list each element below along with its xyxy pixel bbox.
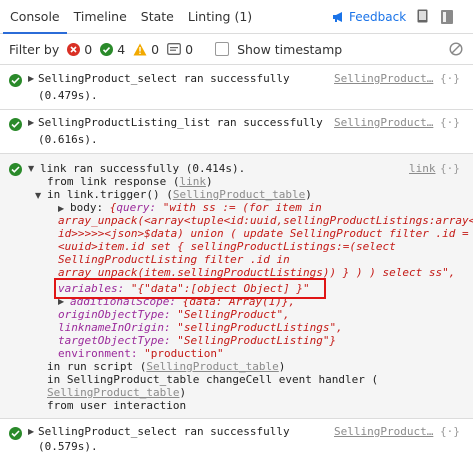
body-object: body: {query: "with ss := (for item in: [70, 201, 322, 214]
environment-property: environment: "production": [58, 347, 224, 360]
tab-timeline[interactable]: Timeline: [67, 0, 134, 34]
query-line: <uuid>item.id set { sellingProductListin…: [58, 240, 396, 253]
collapse-icon[interactable]: ▼: [35, 191, 41, 200]
warning-icon: [133, 43, 147, 55]
log-entry[interactable]: ▶ SellingProduct_select ran successfully…: [0, 66, 473, 110]
log-entry[interactable]: ▶ SellingProduct_select ran successfully…: [0, 419, 473, 453]
expand-icon[interactable]: ▶: [58, 204, 64, 213]
log-duration: (0.479s).: [38, 89, 98, 102]
log-entry[interactable]: ▶ SellingProductListing_list ran success…: [0, 110, 473, 154]
log-duration: (0.616s).: [38, 133, 98, 146]
filter-label: Filter by: [9, 41, 60, 57]
warning-count: 0: [151, 41, 160, 57]
error-filter[interactable]: 0: [67, 42, 92, 57]
trace-line-from-link: from link response (link): [47, 175, 213, 188]
log-message: link ran successfully (0.414s).: [40, 162, 246, 175]
timestamp-label: Show timestamp: [237, 41, 343, 57]
tab-console[interactable]: Console: [3, 0, 67, 34]
trace-line-run-script: in run script (SellingProduct_table): [47, 360, 286, 373]
info-icon: [167, 43, 182, 55]
expand-icon[interactable]: ▶: [28, 74, 34, 83]
success-icon: [100, 42, 114, 56]
inspect-icon[interactable]: {·}: [440, 425, 460, 438]
trace-line-user-interaction: from user interaction: [47, 399, 187, 412]
filter-bar: Filter by 0 4 0 0 Show timestamp: [0, 34, 473, 65]
success-filter[interactable]: 4: [100, 42, 125, 57]
query-line: SellingProductListing filter .id in: [58, 253, 290, 266]
source-link[interactable]: SellingProduct…: [334, 72, 433, 85]
success-count: 4: [117, 41, 126, 57]
source-link[interactable]: link: [409, 162, 436, 175]
error-icon: [67, 42, 81, 56]
success-check-icon: [9, 427, 22, 440]
settings-icon[interactable]: [441, 10, 453, 24]
tab-bar: Console Timeline State Linting (1) Feedb…: [0, 0, 473, 34]
log-message: SellingProduct_select ran successfully: [38, 72, 290, 85]
component-ref[interactable]: SellingProduct_table: [47, 386, 179, 399]
link-ref[interactable]: link: [179, 175, 206, 188]
expand-icon[interactable]: ▶: [28, 427, 34, 436]
log-message: SellingProduct_select ran successfully: [38, 425, 290, 438]
trace-line-change-cell-ref: SellingProduct_table): [47, 386, 187, 399]
success-check-icon: [9, 74, 22, 87]
error-count: 0: [84, 41, 93, 57]
book-icon[interactable]: [417, 9, 428, 23]
info-count: 0: [185, 41, 194, 57]
collapse-icon[interactable]: ▼: [28, 164, 34, 173]
timestamp-checkbox[interactable]: [215, 42, 230, 56]
origin-object-type-property: originObjectType: "SellingProduct",: [58, 308, 290, 321]
info-filter[interactable]: 0: [167, 42, 193, 57]
query-line: id>>>>><json>$data) union ( update Selli…: [58, 227, 469, 240]
linkname-in-origin-property: linknameInOrigin: "sellingProductListing…: [58, 321, 343, 334]
tab-linting[interactable]: Linting (1): [181, 0, 259, 34]
inspect-icon[interactable]: {·}: [440, 116, 460, 129]
feedback-button[interactable]: Feedback: [332, 7, 406, 27]
clear-icon[interactable]: [449, 42, 463, 56]
component-ref[interactable]: SellingProduct_table: [173, 188, 305, 201]
highlight-box: [54, 278, 326, 299]
source-link[interactable]: SellingProduct…: [334, 116, 433, 129]
trace-line-change-cell: in SellingProduct_table changeCell event…: [47, 373, 379, 386]
component-ref[interactable]: SellingProduct_table: [146, 360, 278, 373]
expand-icon[interactable]: ▶: [28, 118, 34, 127]
trace-line-trigger: in link.trigger() (SellingProduct_table): [47, 188, 312, 201]
success-check-icon: [9, 163, 22, 176]
inspect-icon[interactable]: {·}: [440, 162, 460, 175]
inspect-icon[interactable]: {·}: [440, 72, 460, 85]
success-check-icon: [9, 118, 22, 131]
log-message: SellingProductListing_list ran successfu…: [38, 116, 323, 129]
target-object-type-property: targetObjectType: "SellingProductListing…: [58, 334, 337, 347]
source-link[interactable]: SellingProduct…: [334, 425, 433, 438]
feedback-label: Feedback: [349, 10, 407, 24]
log-duration: (0.579s).: [38, 440, 98, 453]
megaphone-icon: [333, 12, 342, 22]
query-line: array_unpack(<array<tuple<id:uuid,sellin…: [58, 214, 473, 227]
tab-state[interactable]: State: [134, 0, 181, 34]
warning-filter[interactable]: 0: [133, 42, 159, 57]
